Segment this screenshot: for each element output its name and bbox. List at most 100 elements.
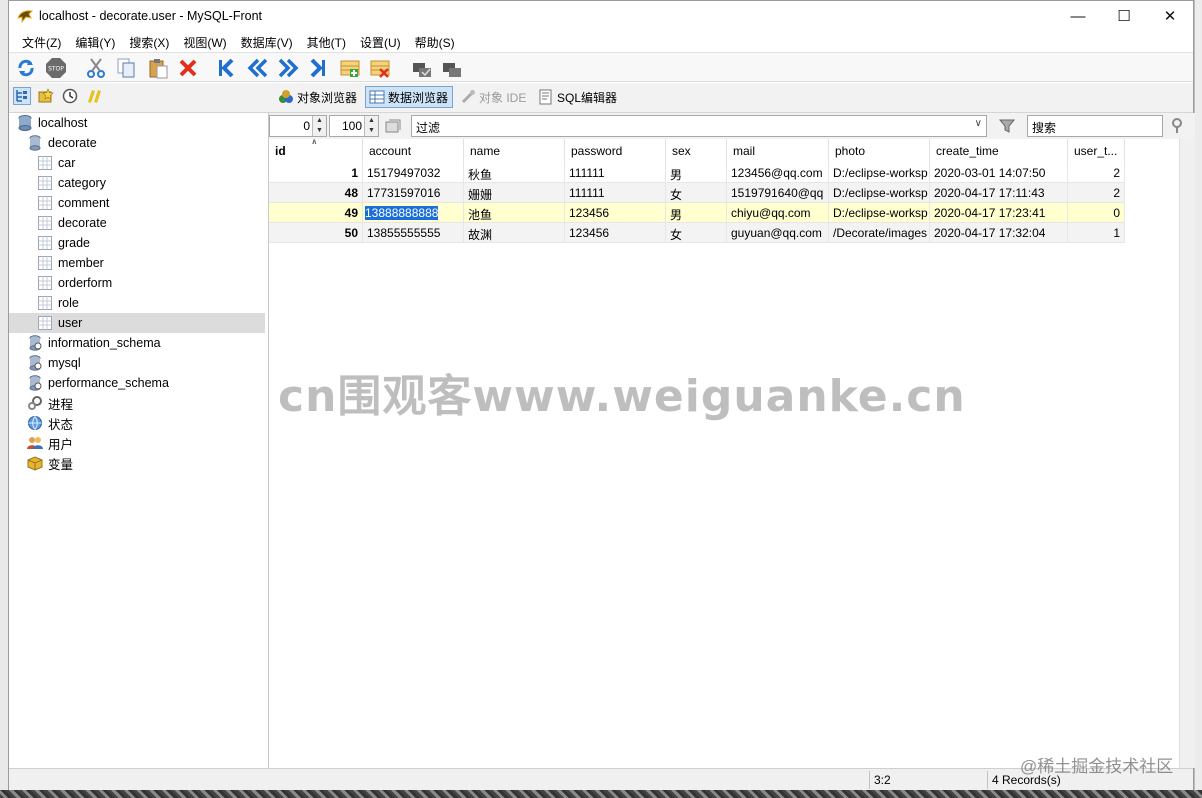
cell-user-type[interactable]: 2: [1068, 163, 1125, 183]
cell-account[interactable]: 13855555555: [363, 223, 464, 243]
column-header-photo[interactable]: photo: [829, 139, 930, 163]
insert-record-icon[interactable]: [339, 57, 361, 79]
cell-mail[interactable]: 1519791640@qq: [727, 183, 829, 203]
cell-id[interactable]: 50: [269, 223, 363, 243]
tree-node-decorate[interactable]: decorate: [27, 133, 97, 153]
bookmarks-icon[interactable]: [85, 87, 103, 105]
cell-account[interactable]: 17731597016: [363, 183, 464, 203]
vertical-scrollbar[interactable]: [1179, 139, 1195, 768]
tree-node-table-orderform[interactable]: orderform: [37, 273, 112, 293]
next-page-icon[interactable]: [277, 57, 299, 79]
tree-node-table-decorate[interactable]: decorate: [37, 213, 107, 233]
table-row[interactable]: 1 15179497032 秋鱼 111111 男 123456@qq.com …: [269, 163, 1125, 183]
cell-name[interactable]: 故渊: [464, 223, 565, 243]
cell-mail[interactable]: guyuan@qq.com: [727, 223, 829, 243]
filter-icon[interactable]: [997, 117, 1017, 135]
tree-node-users[interactable]: 用户: [27, 433, 73, 453]
search-input[interactable]: 搜索: [1027, 115, 1163, 137]
menu-view[interactable]: 视图(W): [176, 31, 233, 51]
stop-icon[interactable]: STOP: [45, 57, 67, 79]
column-header-mail[interactable]: mail: [727, 139, 829, 163]
tree-node-table-category[interactable]: category: [37, 173, 106, 193]
cell-photo[interactable]: D:/eclipse-worksp: [829, 183, 930, 203]
minimize-button[interactable]: —: [1055, 1, 1101, 31]
tree-node-table-user[interactable]: user: [9, 313, 265, 333]
tree-node-processes[interactable]: 进程: [27, 393, 73, 413]
cell-sex[interactable]: 女: [666, 183, 727, 203]
column-header-sex[interactable]: sex: [666, 139, 727, 163]
cell-name[interactable]: 池鱼: [464, 203, 565, 223]
post-record-icon[interactable]: [411, 57, 433, 79]
refresh-icon[interactable]: [15, 57, 37, 79]
column-header-create-time[interactable]: create_time: [930, 139, 1068, 163]
column-header-password[interactable]: password: [565, 139, 666, 163]
cell-create-time[interactable]: 2020-03-01 14:07:50: [930, 163, 1068, 183]
cancel-record-icon[interactable]: [441, 57, 463, 79]
tab-sql-editor[interactable]: SQL编辑器: [535, 86, 621, 108]
column-header-id[interactable]: id ∧: [269, 137, 363, 163]
cell-photo[interactable]: D:/eclipse-worksp: [829, 203, 930, 223]
cell-user-type[interactable]: 1: [1068, 223, 1125, 243]
cell-password[interactable]: 123456: [565, 203, 666, 223]
tree-node-table-grade[interactable]: grade: [37, 233, 90, 253]
tree-node-table-car[interactable]: car: [37, 153, 75, 173]
menu-file[interactable]: 文件(Z): [15, 31, 68, 51]
table-row[interactable]: 48 17731597016 姗姗 111111 女 1519791640@qq…: [269, 183, 1125, 203]
previous-page-icon[interactable]: [247, 57, 269, 79]
cell-account[interactable]: 15179497032: [363, 163, 464, 183]
menu-settings[interactable]: 设置(U): [353, 31, 408, 51]
cell-create-time[interactable]: 2020-04-17 17:23:41: [930, 203, 1068, 223]
tree-node-table-comment[interactable]: comment: [37, 193, 109, 213]
menu-help[interactable]: 帮助(S): [408, 31, 462, 51]
offset-spinner[interactable]: 0 ▲ ▼: [269, 115, 327, 137]
column-header-name[interactable]: name: [464, 139, 565, 163]
tree-node-mysql[interactable]: mysql: [27, 353, 81, 373]
cell-create-time[interactable]: 2020-04-17 17:11:43: [930, 183, 1068, 203]
tree-node-table-member[interactable]: member: [37, 253, 104, 273]
cell-create-time[interactable]: 2020-04-17 17:32:04: [930, 223, 1068, 243]
tree-node-variables[interactable]: 变量: [27, 453, 73, 473]
menu-database[interactable]: 数据库(V): [234, 31, 300, 51]
cell-id[interactable]: 48: [269, 183, 363, 203]
limit-toggle-icon[interactable]: [383, 117, 403, 135]
spinner-arrows-icon[interactable]: ▲ ▼: [312, 116, 326, 136]
cell-password[interactable]: 123456: [565, 223, 666, 243]
tab-object-browser[interactable]: 对象浏览器: [275, 86, 361, 108]
menu-other[interactable]: 其他(T): [300, 31, 353, 51]
cell-name[interactable]: 秋鱼: [464, 163, 565, 183]
limit-spinner[interactable]: 100 ▲ ▼: [329, 115, 379, 137]
favorites-icon[interactable]: [37, 87, 55, 105]
last-record-icon[interactable]: [307, 57, 329, 79]
first-record-icon[interactable]: [215, 57, 237, 79]
close-button[interactable]: ✕: [1147, 1, 1193, 31]
cell-name[interactable]: 姗姗: [464, 183, 565, 203]
chevron-down-icon[interactable]: ∨: [975, 118, 982, 129]
column-header-user-type[interactable]: user_t...: [1068, 139, 1125, 163]
tab-data-browser[interactable]: 数据浏览器: [365, 86, 454, 108]
tree-node-localhost[interactable]: localhost: [17, 113, 87, 133]
search-go-icon[interactable]: [1167, 117, 1187, 135]
paste-icon[interactable]: [147, 57, 169, 79]
column-header-account[interactable]: account: [363, 139, 464, 163]
delete-record-icon[interactable]: [369, 57, 391, 79]
delete-icon[interactable]: [177, 57, 199, 79]
cell-password[interactable]: 111111: [565, 163, 666, 183]
tree-view-icon[interactable]: [13, 87, 31, 105]
tree-node-status[interactable]: 状态: [27, 413, 73, 433]
cell-sex[interactable]: 男: [666, 163, 727, 183]
tree-node-performance-schema[interactable]: performance_schema: [27, 373, 169, 393]
menu-search[interactable]: 搜索(X): [122, 31, 176, 51]
tree-node-table-role[interactable]: role: [37, 293, 79, 313]
table-row[interactable]: 50 13855555555 故渊 123456 女 guyuan@qq.com…: [269, 223, 1125, 243]
tree-node-information-schema[interactable]: information_schema: [27, 333, 161, 353]
menu-edit[interactable]: 编辑(Y): [68, 31, 122, 51]
history-icon[interactable]: [61, 87, 79, 105]
cell-password[interactable]: 111111: [565, 183, 666, 203]
table-row-selected[interactable]: 49 13888888888 池鱼 123456 男 chiyu@qq.com …: [269, 203, 1125, 223]
cell-photo[interactable]: D:/eclipse-worksp: [829, 163, 930, 183]
cell-user-type[interactable]: 2: [1068, 183, 1125, 203]
copy-icon[interactable]: [115, 57, 137, 79]
maximize-button[interactable]: ☐: [1101, 1, 1147, 31]
cell-photo[interactable]: /Decorate/images: [829, 223, 930, 243]
cell-sex[interactable]: 女: [666, 223, 727, 243]
